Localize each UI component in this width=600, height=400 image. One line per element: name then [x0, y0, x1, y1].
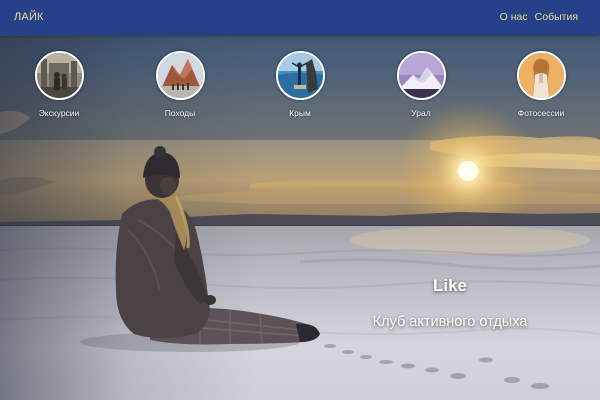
ural-photo-icon: [396, 51, 446, 100]
category-label-crimea: Крым: [289, 108, 311, 118]
category-list: Экскурсии Походы Крым Урал Фотосессии: [0, 51, 600, 131]
hiking-photo-icon: [155, 51, 205, 100]
category-ural[interactable]: Урал: [376, 51, 466, 118]
category-hiking[interactable]: Походы: [135, 51, 225, 118]
category-excursions[interactable]: Экскурсии: [14, 51, 104, 118]
hero-title: Like: [432, 276, 468, 295]
crimea-photo-icon: [275, 51, 325, 100]
nav-link-events[interactable]: События: [535, 11, 578, 23]
nav-link-about[interactable]: О нас: [500, 11, 528, 23]
category-label-hiking: Походы: [164, 108, 196, 118]
hero-subtitle: Клуб активного отдыха: [372, 314, 528, 330]
category-label-excursions: Экскурсии: [38, 108, 80, 118]
category-crimea[interactable]: Крым: [255, 51, 345, 118]
category-label-ural: Урал: [411, 108, 431, 118]
category-photoshoot[interactable]: Фотосессии: [496, 51, 586, 118]
excursions-photo-icon: [34, 51, 84, 100]
brand-logo-link[interactable]: ЛАЙК: [14, 11, 44, 23]
top-navbar: ЛАЙК О нас События: [0, 0, 600, 35]
nav-links: О нас События: [500, 11, 578, 23]
page: ЛАЙК О нас События Экскурсии Походы Крым…: [0, 0, 600, 400]
photoshoot-photo-icon: [516, 51, 566, 100]
category-label-photoshoot: Фотосессии: [517, 108, 565, 118]
